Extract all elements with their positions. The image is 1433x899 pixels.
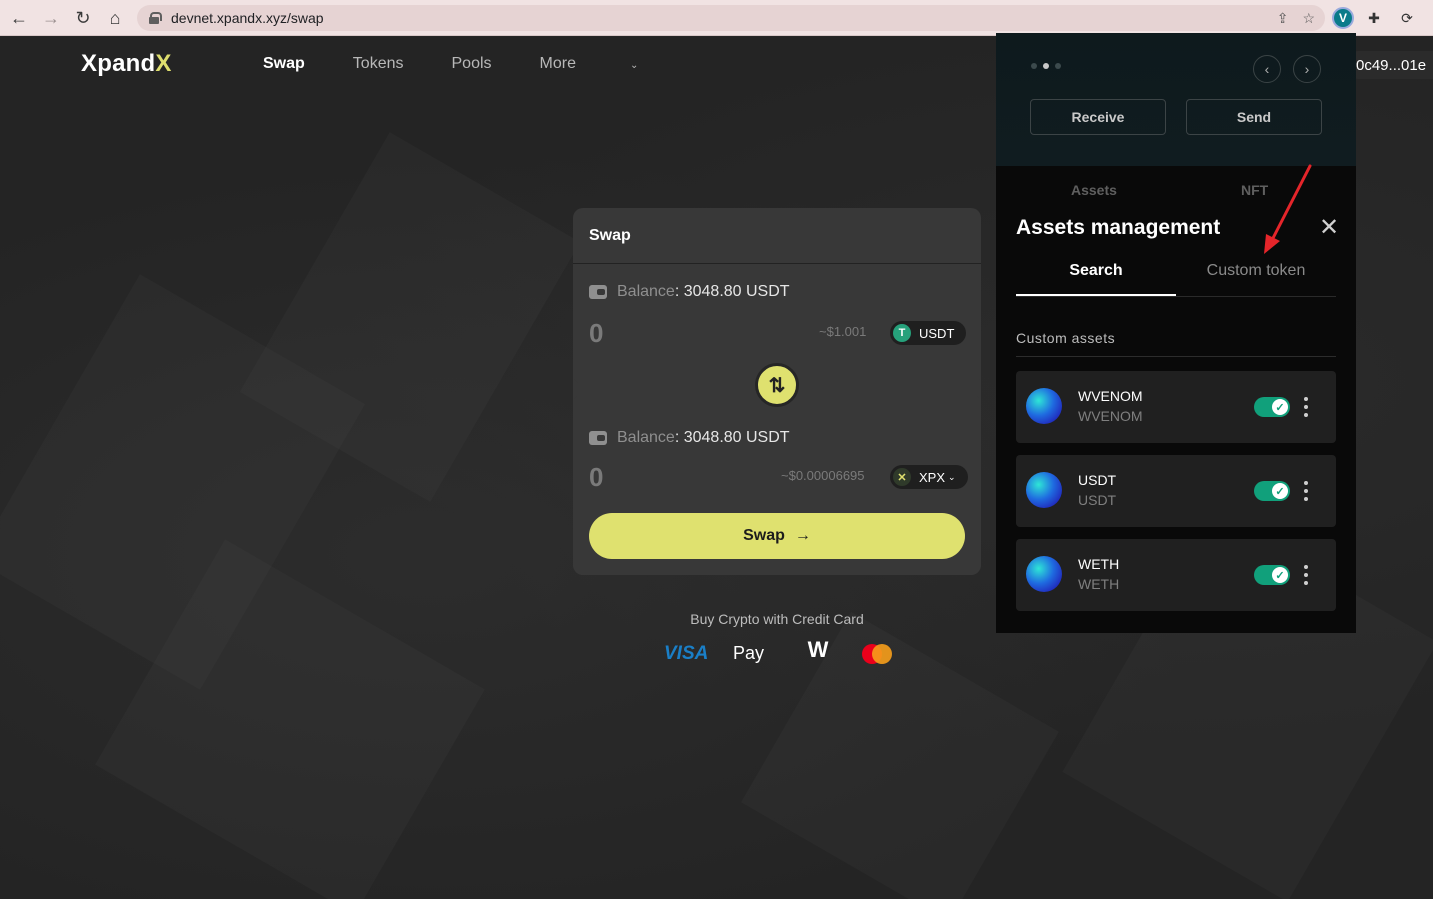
wallet-extension-popup: ‹ › Receive Send Assets NFT Assets manag… [996, 33, 1356, 633]
venom-extension-icon[interactable]: V [1331, 6, 1355, 30]
bookmark-star-icon[interactable]: ☆ [1302, 10, 1315, 27]
asset-toggle[interactable]: ✓ [1254, 481, 1290, 501]
check-icon: ✓ [1272, 483, 1288, 499]
bg-shape [741, 612, 1059, 899]
to-token-selector[interactable]: ✕ XPX ⌄ [890, 465, 968, 489]
share-icon[interactable]: ⇪ [1277, 10, 1289, 27]
back-icon[interactable]: ← [4, 3, 34, 33]
tab-custom-token[interactable]: Custom token [1176, 254, 1336, 296]
asset-item-usdt: USDT USDT ✓ [1016, 455, 1336, 527]
wallet-address-button[interactable]: 0c49...01e [1352, 51, 1433, 79]
chevron-down-icon: ⌄ [629, 60, 639, 71]
asset-toggle[interactable]: ✓ [1254, 397, 1290, 417]
xpx-token-icon: ✕ [893, 468, 911, 486]
to-usd-value: ~$0.00006695 [781, 468, 865, 483]
usdt-token-icon [1026, 472, 1062, 508]
swap-arrows-icon: ⇅ [768, 374, 786, 397]
close-icon[interactable]: ✕ [1319, 213, 1339, 242]
swap-submit-button[interactable]: Swap → [589, 513, 965, 559]
chevron-left-icon[interactable]: ‹ [1253, 55, 1281, 83]
assets-management-tabs: Search Custom token [1016, 254, 1336, 297]
to-amount-input[interactable]: 0 [589, 462, 603, 493]
nav-tokens[interactable]: Tokens [353, 55, 404, 73]
chevron-right-icon[interactable]: › [1293, 55, 1321, 83]
tab-search[interactable]: Search [1016, 254, 1176, 296]
top-navigation: Swap Tokens Pools More ⌄ [263, 55, 734, 73]
url-text: devnet.xpandx.xyz/swap [171, 10, 324, 26]
asset-item-wvenom: WVENOM WVENOM ✓ [1016, 371, 1336, 443]
weth-token-icon [1026, 556, 1062, 592]
to-balance: Balance: 3048.80 USDT [589, 429, 790, 447]
forward-icon[interactable]: → [36, 3, 66, 33]
wallet-header: ‹ › Receive Send [996, 33, 1356, 166]
mastercard-logo [862, 644, 892, 664]
visa-logo: VISA [664, 643, 709, 664]
site-logo[interactable]: XpandX [81, 50, 172, 78]
wvenom-token-icon [1026, 388, 1062, 424]
asset-toggle[interactable]: ✓ [1254, 565, 1290, 585]
arrow-right-icon: → [794, 527, 811, 544]
from-token-selector[interactable]: T USDT [890, 321, 967, 345]
switch-direction-button[interactable]: ⇅ [755, 363, 799, 407]
carousel-dots [1031, 63, 1061, 69]
nav-more[interactable]: More ⌄ [540, 55, 687, 73]
from-balance: Balance: 3048.80 USDT [589, 283, 790, 301]
from-usd-value: ~$1.001 [819, 324, 867, 339]
check-icon: ✓ [1272, 567, 1288, 583]
send-button[interactable]: Send [1186, 99, 1322, 135]
annotation-arrow [1264, 164, 1312, 254]
nav-swap[interactable]: Swap [263, 55, 305, 73]
reload-icon[interactable]: ↻ [68, 3, 98, 33]
wallet-icon [589, 431, 607, 445]
apple-pay-logo: Pay [733, 643, 765, 663]
chevron-down-icon: ⌄ [948, 471, 956, 482]
extensions-puzzle-icon[interactable]: ✚ [1362, 6, 1386, 30]
receive-button[interactable]: Receive [1030, 99, 1166, 135]
swap-title: Swap [573, 208, 981, 264]
nav-pools[interactable]: Pools [452, 55, 492, 73]
from-amount-input[interactable]: 0 [589, 318, 603, 349]
buy-crypto-text[interactable]: Buy Crypto with Credit Card [573, 611, 981, 627]
sync-icon[interactable]: ⟳ [1395, 6, 1419, 30]
wallet-icon [589, 285, 607, 299]
browser-toolbar: ← → ↻ ⌂ devnet.xpandx.xyz/swap ⇪ ☆ V ✚ ⟳ [0, 0, 1433, 36]
asset-item-weth: WETH WETH ✓ [1016, 539, 1336, 611]
check-icon: ✓ [1272, 399, 1288, 415]
home-icon[interactable]: ⌂ [100, 3, 130, 33]
lock-icon [149, 12, 162, 24]
more-options-icon[interactable] [1300, 395, 1312, 419]
custom-assets-label: Custom assets [1016, 330, 1116, 346]
more-options-icon[interactable] [1300, 563, 1312, 587]
more-options-icon[interactable] [1300, 479, 1312, 503]
usdt-token-icon: T [893, 324, 911, 342]
w-payment-logo: W [807, 637, 829, 662]
address-bar[interactable]: devnet.xpandx.xyz/swap ⇪ ☆ [137, 5, 1325, 31]
divider [1016, 356, 1336, 357]
tab-assets[interactable]: Assets [1071, 182, 1117, 198]
assets-management-title: Assets management [1016, 216, 1221, 239]
